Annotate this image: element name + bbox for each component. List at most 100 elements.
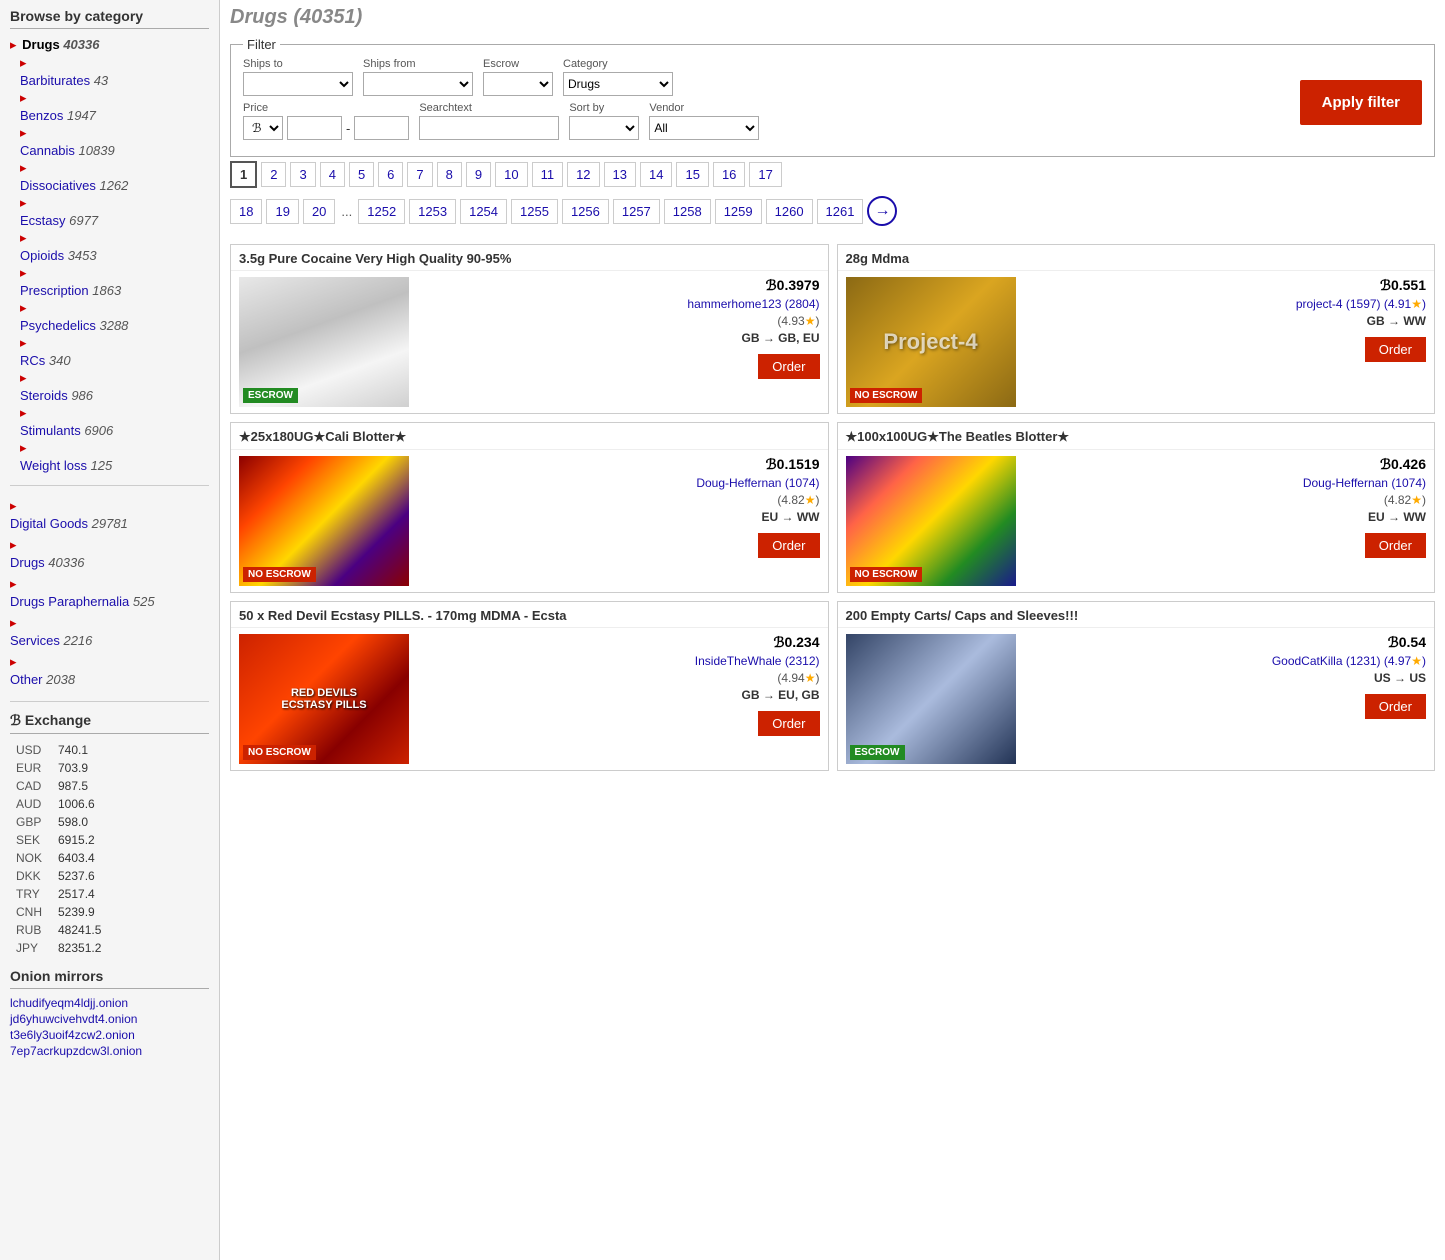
page-5[interactable]: 5: [349, 162, 374, 187]
order-button-1[interactable]: Order: [758, 354, 819, 379]
sidebar-item-dissociatives[interactable]: Dissociatives 1262: [20, 176, 209, 195]
sidebar-item-services[interactable]: ▸Services 2216: [10, 613, 209, 652]
product-vendor-1[interactable]: hammerhome123 (2804): [687, 297, 819, 311]
filter-box: Filter Ships to Ships from: [230, 37, 1435, 157]
onion-link-3[interactable]: t3e6ly3uoif4zcw2.onion: [10, 1027, 209, 1043]
product-shipping-6: US → US: [1374, 671, 1426, 685]
category-select[interactable]: Drugs: [563, 72, 673, 96]
price-symbol-select[interactable]: ℬ: [243, 116, 283, 140]
page-1253[interactable]: 1253: [409, 199, 456, 224]
drugs-count: 40336: [63, 37, 99, 52]
rcs-item[interactable]: ▸RCs 340: [10, 335, 209, 370]
page-19[interactable]: 19: [266, 199, 298, 224]
searchtext-input[interactable]: [419, 116, 559, 140]
steroids-item[interactable]: ▸Steroids 986: [10, 370, 209, 405]
sidebar-item-opioids[interactable]: Opioids 3453: [20, 246, 209, 265]
page-4[interactable]: 4: [320, 162, 345, 187]
sidebar-item-barbiturates[interactable]: Barbiturates 43: [20, 71, 209, 90]
apply-filter-button[interactable]: Apply filter: [1300, 80, 1422, 125]
escrow-select[interactable]: [483, 72, 553, 96]
escrow-label: Escrow: [483, 58, 553, 70]
page-2[interactable]: 2: [261, 162, 286, 187]
page-1256[interactable]: 1256: [562, 199, 609, 224]
product-vendor-5[interactable]: InsideTheWhale (2312): [695, 654, 820, 668]
page-15[interactable]: 15: [676, 162, 708, 187]
page-1257[interactable]: 1257: [613, 199, 660, 224]
sort-by-select[interactable]: [569, 116, 639, 140]
page-1255[interactable]: 1255: [511, 199, 558, 224]
weightloss-item[interactable]: ▸Weight loss 125: [10, 440, 209, 475]
sidebar-item-drugs-active[interactable]: ▸ Drugs 40336: [10, 35, 209, 55]
product-vendor-2[interactable]: project-4 (1597) (4.91★): [1296, 297, 1426, 311]
order-button-3[interactable]: Order: [758, 533, 819, 558]
sidebar-item-stimulants[interactable]: Stimulants 6906: [20, 421, 209, 440]
page-16[interactable]: 16: [713, 162, 745, 187]
page-1254[interactable]: 1254: [460, 199, 507, 224]
page-6[interactable]: 6: [378, 162, 403, 187]
cannabis-item[interactable]: ▸Cannabis 10839: [10, 125, 209, 160]
next-page-arrow[interactable]: →: [867, 196, 897, 226]
filter-row-2: Price ℬ - Searchtext: [243, 102, 1292, 140]
sidebar-item-drugs-paraphernalia[interactable]: ▸Drugs Paraphernalia 525: [10, 574, 209, 613]
page-1261[interactable]: 1261: [817, 199, 864, 224]
vendor-select[interactable]: All: [649, 116, 759, 140]
page-20[interactable]: 20: [303, 199, 335, 224]
ecstasy-item[interactable]: ▸Ecstasy 6977: [10, 195, 209, 230]
sidebar-item-benzos[interactable]: Benzos 1947: [20, 106, 209, 125]
order-button-5[interactable]: Order: [758, 711, 819, 736]
page-10[interactable]: 10: [495, 162, 527, 187]
sidebar-item-drugs-main[interactable]: ▸Drugs 40336: [10, 535, 209, 574]
prescription-item[interactable]: ▸Prescription 1863: [10, 265, 209, 300]
ships-to-select[interactable]: [243, 72, 353, 96]
sidebar-item-digital-goods[interactable]: ▸Digital Goods 29781: [10, 496, 209, 535]
psychedelics-item[interactable]: ▸Psychedelics 3288: [10, 300, 209, 335]
onion-link-4[interactable]: 7ep7acrkupzdcw3l.onion: [10, 1043, 209, 1059]
page-11[interactable]: 11: [532, 162, 564, 187]
barbiturates-item[interactable]: ▸Barbiturates 43: [10, 55, 209, 90]
page-14[interactable]: 14: [640, 162, 672, 187]
page-1252[interactable]: 1252: [358, 199, 405, 224]
product-vendor-6[interactable]: GoodCatKilla (1231) (4.97★): [1272, 654, 1426, 668]
page-9[interactable]: 9: [466, 162, 491, 187]
opioids-item[interactable]: ▸Opioids 3453: [10, 230, 209, 265]
page-12[interactable]: 12: [567, 162, 599, 187]
price-max-input[interactable]: [354, 116, 409, 140]
onion-link-1[interactable]: lchudifyeqm4ldjj.onion: [10, 995, 209, 1011]
stimulants-item[interactable]: ▸Stimulants 6906: [10, 405, 209, 440]
product-shipping-3: EU → WW: [762, 510, 820, 524]
order-button-4[interactable]: Order: [1365, 533, 1426, 558]
order-button-6[interactable]: Order: [1365, 694, 1426, 719]
product-shipping-1: GB → GB, EU: [741, 331, 819, 345]
page-1259[interactable]: 1259: [715, 199, 762, 224]
onion-link-2[interactable]: jd6yhuwcivehvdt4.onion: [10, 1011, 209, 1027]
sidebar-item-cannabis[interactable]: Cannabis 10839: [20, 141, 209, 160]
sidebar-item-prescription[interactable]: Prescription 1863: [20, 281, 209, 300]
order-button-2[interactable]: Order: [1365, 337, 1426, 362]
product-price-2: ℬ0.551: [1380, 277, 1426, 294]
price-min-input[interactable]: [287, 116, 342, 140]
ships-from-select[interactable]: [363, 72, 473, 96]
product-price-3: ℬ0.1519: [766, 456, 820, 473]
drugs-label[interactable]: Drugs 40336: [22, 37, 99, 52]
benzos-item[interactable]: ▸Benzos 1947: [10, 90, 209, 125]
page-13[interactable]: 13: [604, 162, 636, 187]
dissociatives-item[interactable]: ▸Dissociatives 1262: [10, 160, 209, 195]
sidebar-item-weightloss[interactable]: Weight loss 125: [20, 456, 209, 475]
sidebar-item-steroids[interactable]: Steroids 986: [20, 386, 209, 405]
ships-to-label: Ships to: [243, 58, 353, 70]
product-vendor-3[interactable]: Doug-Heffernan (1074): [696, 476, 819, 490]
sidebar-item-rcs[interactable]: RCs 340: [20, 351, 209, 370]
product-vendor-4[interactable]: Doug-Heffernan (1074): [1303, 476, 1426, 490]
page-1258[interactable]: 1258: [664, 199, 711, 224]
page-8[interactable]: 8: [437, 162, 462, 187]
sidebar-item-ecstasy[interactable]: Ecstasy 6977: [20, 211, 209, 230]
page-3[interactable]: 3: [290, 162, 315, 187]
sidebar-item-psychedelics[interactable]: Psychedelics 3288: [20, 316, 209, 335]
page-17[interactable]: 17: [749, 162, 781, 187]
page-18[interactable]: 18: [230, 199, 262, 224]
product-info-6: ℬ0.54 GoodCatKilla (1231) (4.97★) US → U…: [1024, 634, 1427, 719]
page-1[interactable]: 1: [230, 161, 257, 188]
page-7[interactable]: 7: [407, 162, 432, 187]
sidebar-item-other[interactable]: ▸Other 2038: [10, 652, 209, 691]
page-1260[interactable]: 1260: [766, 199, 813, 224]
